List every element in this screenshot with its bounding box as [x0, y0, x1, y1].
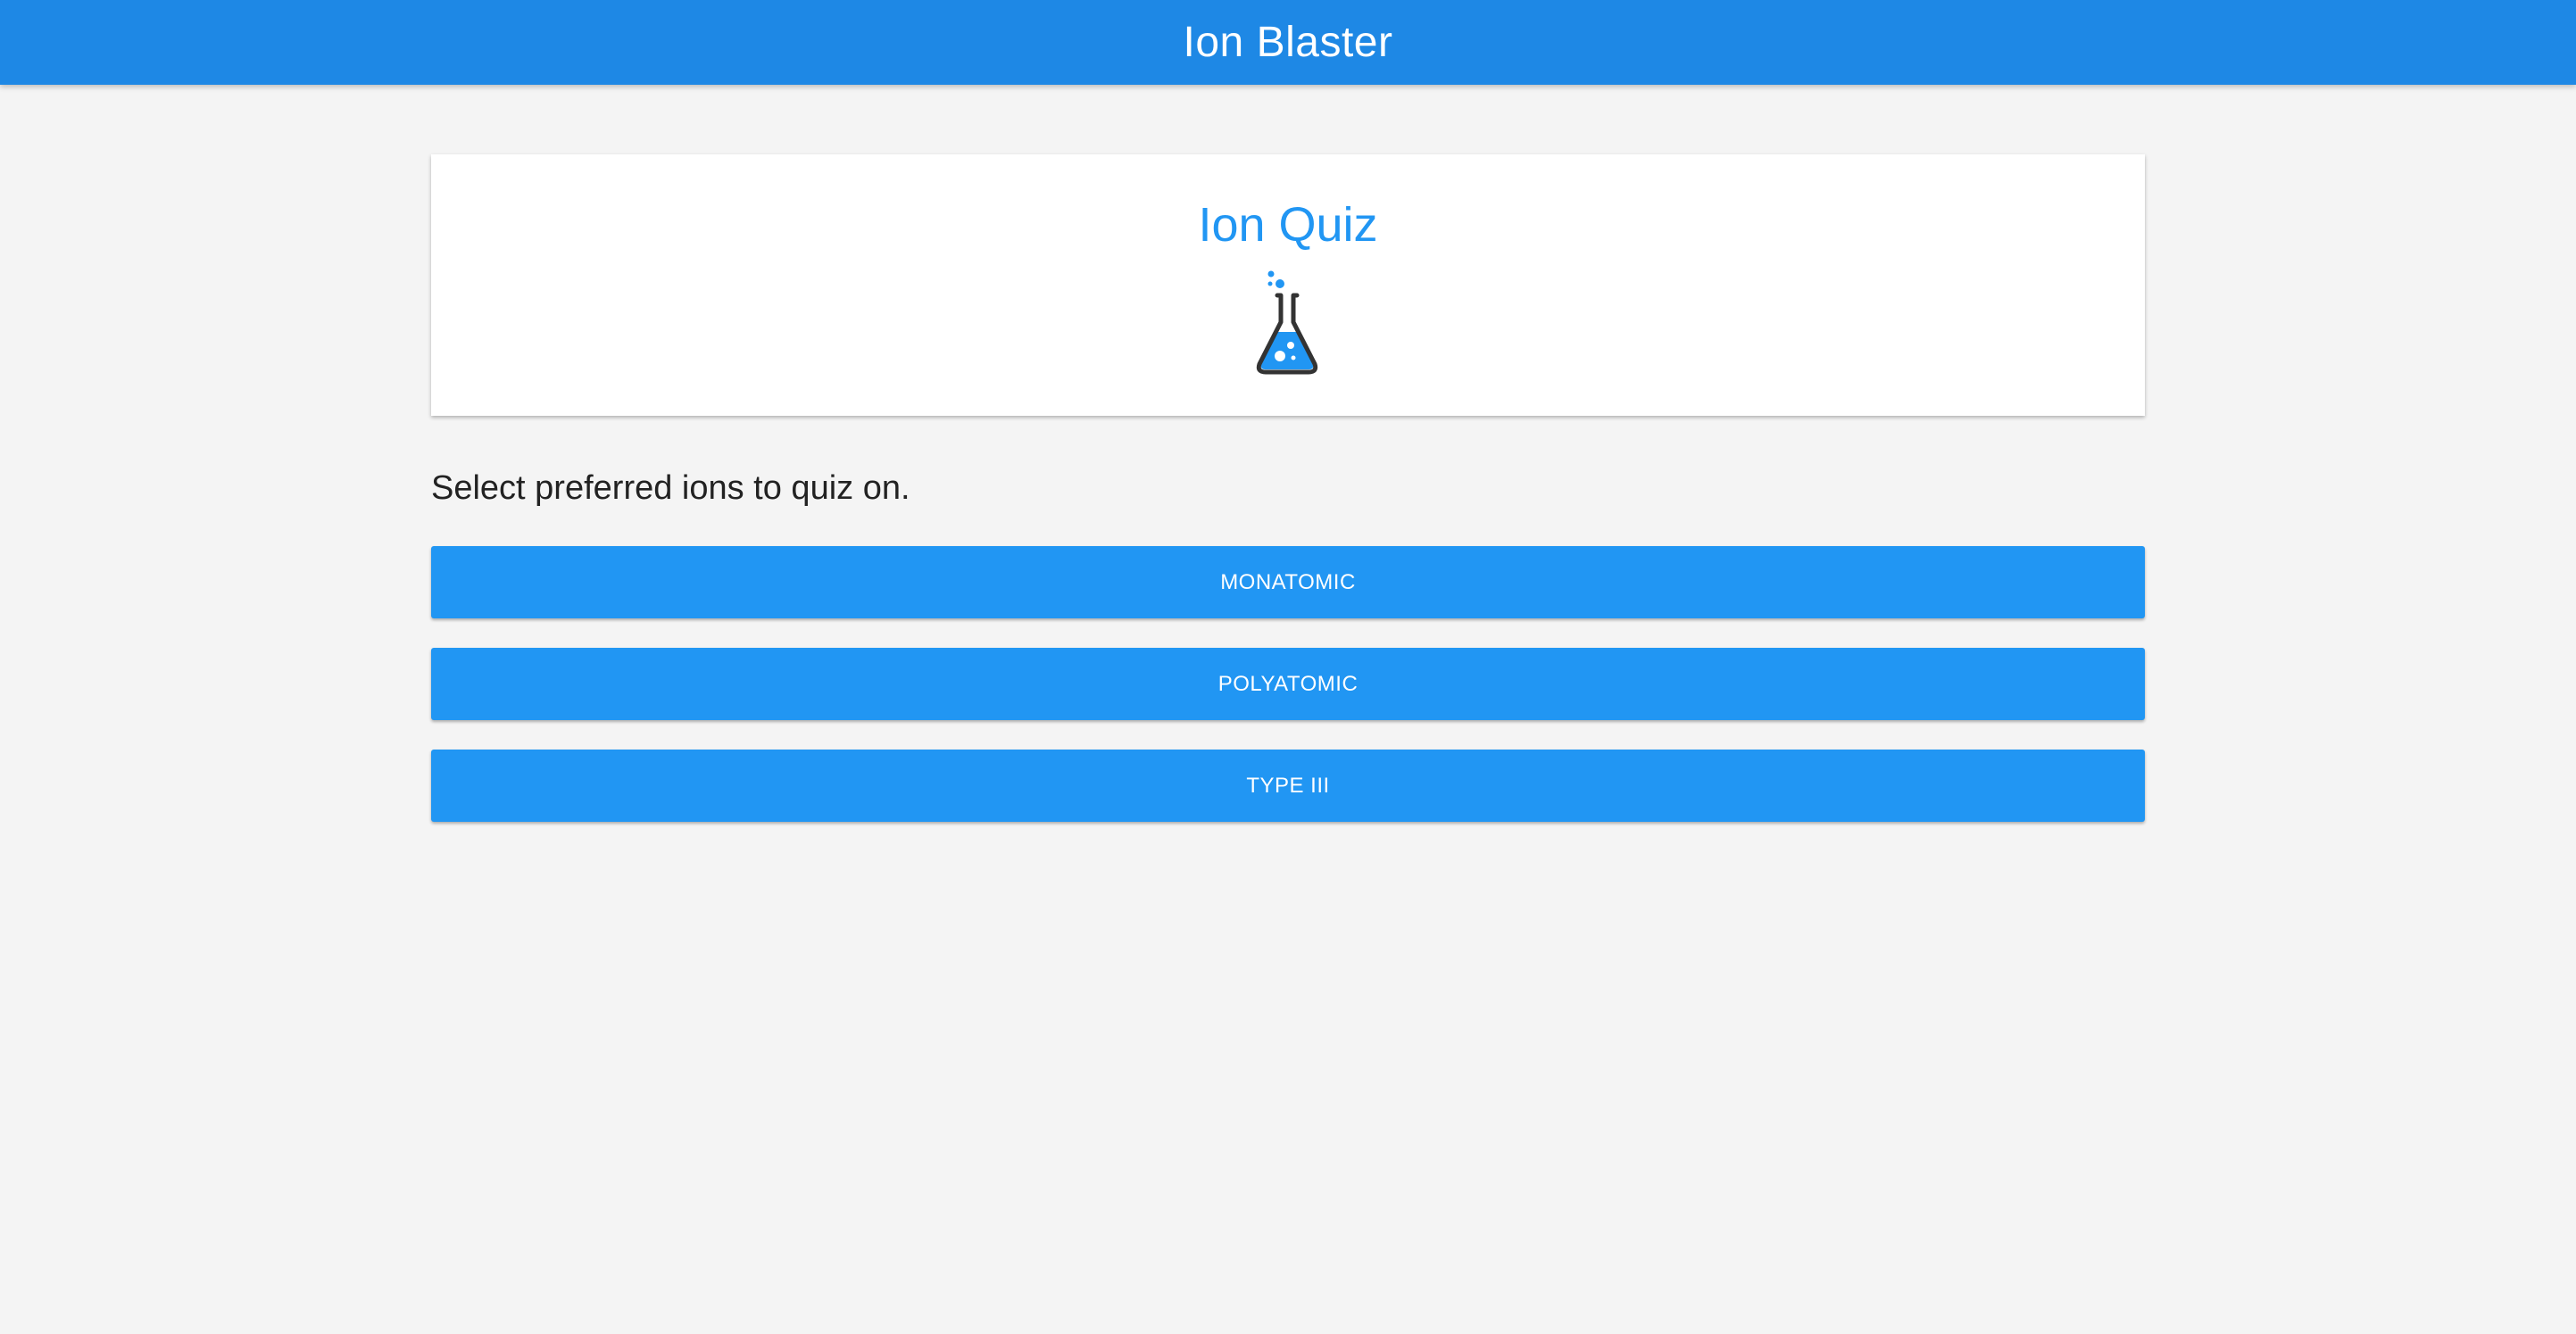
polyatomic-button[interactable]: POLYATOMIC: [431, 648, 2145, 720]
app-bar: Ion Blaster: [0, 0, 2576, 85]
type-iii-button[interactable]: TYPE III: [431, 750, 2145, 822]
instructions-text: Select preferred ions to quiz on.: [431, 469, 910, 507]
flask-icon: [1256, 270, 1318, 375]
card-title: Ion Quiz: [1198, 198, 1378, 252]
main-content: Ion Quiz Select preferred ions to quiz o…: [431, 154, 2145, 822]
app-title: Ion Blaster: [1183, 19, 1393, 66]
monatomic-button[interactable]: MONATOMIC: [431, 546, 2145, 618]
quiz-header-card: Ion Quiz: [431, 154, 2145, 416]
